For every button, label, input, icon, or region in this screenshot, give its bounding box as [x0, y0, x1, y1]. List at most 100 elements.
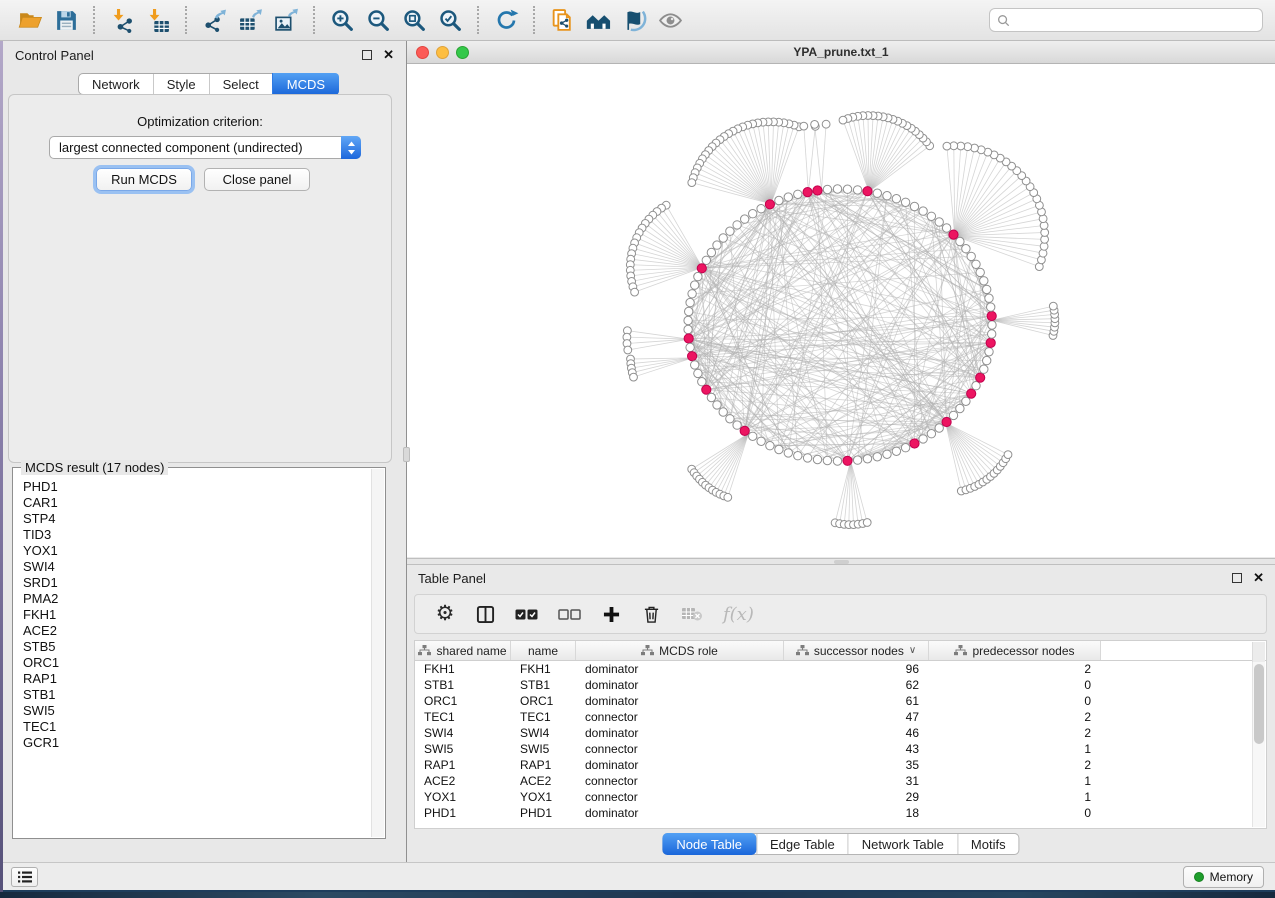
tab-mcds[interactable]: MCDS [272, 73, 339, 95]
export-network-button[interactable] [196, 4, 232, 36]
mcds-result-item[interactable]: CAR1 [23, 495, 370, 511]
zoom-out-button[interactable] [360, 4, 396, 36]
table-vertical-scrollbar[interactable] [1252, 662, 1265, 827]
tab-style[interactable]: Style [153, 74, 209, 94]
column-header-predecessor-nodes[interactable]: predecessor nodes [929, 641, 1101, 660]
close-panel-button[interactable]: Close panel [204, 168, 310, 191]
table-row[interactable]: TEC1TEC1connector472 [415, 709, 1266, 725]
column-header-label: name [528, 644, 558, 658]
column-header-MCDS-role[interactable]: MCDS role [576, 641, 784, 660]
close-panel-icon[interactable]: ✕ [383, 50, 394, 60]
function-builder-button[interactable]: f(x) [723, 602, 754, 626]
network-graph[interactable] [407, 64, 1275, 557]
show-all-button[interactable] [652, 4, 688, 36]
table-scrollbar-thumb[interactable] [1254, 664, 1264, 744]
search-field[interactable] [989, 8, 1263, 32]
mcds-result-item[interactable]: STB5 [23, 639, 370, 655]
mcds-result-item[interactable]: ORC1 [23, 655, 370, 671]
table-row[interactable]: ACE2ACE2connector311 [415, 773, 1266, 789]
window-close-icon[interactable] [416, 46, 429, 59]
tab-network-table[interactable]: Network Table [848, 834, 957, 854]
table-panel-header: Table Panel ✕ [407, 565, 1275, 591]
fx-icon: f(x) [723, 604, 754, 625]
table-settings-button[interactable]: ⚙ [435, 602, 455, 626]
tab-motifs[interactable]: Motifs [957, 834, 1019, 854]
hide-selected-button[interactable] [616, 4, 652, 36]
table-row[interactable]: ORC1ORC1dominator610 [415, 693, 1266, 709]
deselect-all-button[interactable] [558, 602, 581, 626]
open-file-button[interactable] [12, 4, 48, 36]
vertical-splitter-handle[interactable] [403, 447, 410, 462]
zoom-selected-button[interactable] [432, 4, 468, 36]
mcds-result-item[interactable]: ACE2 [23, 623, 370, 639]
export-table-icon [238, 8, 263, 33]
mcds-result-item[interactable]: PHD1 [23, 479, 370, 495]
export-table-button[interactable] [232, 4, 268, 36]
import-network-button[interactable] [104, 4, 140, 36]
save-icon [54, 8, 79, 33]
mcds-result-item[interactable]: SRD1 [23, 575, 370, 591]
search-input[interactable] [1010, 12, 1255, 28]
tab-node-table[interactable]: Node Table [662, 833, 756, 855]
mcds-result-item[interactable]: STP4 [23, 511, 370, 527]
network-window-titlebar[interactable]: YPA_prune.txt_1 [407, 41, 1275, 64]
table-row[interactable]: SWI5SWI5connector431 [415, 741, 1266, 757]
first-neighbors-button[interactable] [580, 4, 616, 36]
sort-descending-icon[interactable]: ∨ [909, 645, 916, 656]
network-canvas[interactable] [407, 64, 1275, 557]
table-panel: Table Panel ✕ ⚙ f(x) shared name name MCDS… [407, 565, 1275, 862]
horizontal-splitter[interactable] [407, 558, 1275, 565]
mcds-result-item[interactable]: PMA2 [23, 591, 370, 607]
column-header-name[interactable]: name [511, 641, 576, 660]
mcds-result-item[interactable]: STB1 [23, 687, 370, 703]
show-columns-button[interactable] [475, 602, 495, 626]
delete-table-button[interactable] [681, 602, 703, 626]
column-header-shared-name[interactable]: shared name [415, 641, 511, 660]
mcds-result-item[interactable]: SWI4 [23, 559, 370, 575]
close-table-panel-icon[interactable]: ✕ [1253, 573, 1264, 583]
column-header-successor-nodes[interactable]: successor nodes∨ [784, 641, 929, 660]
export-image-button[interactable] [268, 4, 304, 36]
horizontal-splitter-handle[interactable] [834, 560, 849, 564]
table-row[interactable]: SWI4SWI4dominator462 [415, 725, 1266, 741]
mcds-result-item[interactable]: TID3 [23, 527, 370, 543]
delete-column-button[interactable] [641, 602, 661, 626]
mcds-result-item[interactable]: RAP1 [23, 671, 370, 687]
table-cell: connector [576, 710, 784, 724]
tab-edge-table[interactable]: Edge Table [756, 834, 848, 854]
add-column-button[interactable] [601, 602, 621, 626]
mcds-result-item[interactable]: GCR1 [23, 735, 370, 751]
mcds-result-list[interactable]: PHD1CAR1STP4TID3YOX1SWI4SRD1PMA2FKH1ACE2… [14, 479, 370, 837]
zoom-out-icon [366, 8, 391, 33]
table-row[interactable]: FKH1FKH1dominator962 [415, 661, 1266, 677]
window-maximize-icon[interactable] [456, 46, 469, 59]
table-row[interactable]: RAP1RAP1dominator352 [415, 757, 1266, 773]
control-panel-tabs: Network Style Select MCDS [78, 73, 339, 95]
float-table-panel-icon[interactable] [1232, 573, 1242, 583]
result-list-scrollbar[interactable] [371, 469, 384, 837]
float-panel-icon[interactable] [362, 50, 372, 60]
table-row[interactable]: YOX1YOX1connector291 [415, 789, 1266, 805]
tab-network[interactable]: Network [79, 74, 153, 94]
task-history-button[interactable] [11, 867, 38, 887]
zoom-in-button[interactable] [324, 4, 360, 36]
mcds-result-item[interactable]: SWI5 [23, 703, 370, 719]
clone-network-button[interactable] [544, 4, 580, 36]
table-cell: 46 [784, 726, 929, 740]
window-minimize-icon[interactable] [436, 46, 449, 59]
mcds-result-item[interactable]: FKH1 [23, 607, 370, 623]
memory-button[interactable]: Memory [1183, 866, 1264, 888]
run-mcds-button[interactable]: Run MCDS [96, 168, 192, 191]
mcds-result-item[interactable]: YOX1 [23, 543, 370, 559]
optimization-criterion-select[interactable]: largest connected component (undirected) [49, 136, 361, 159]
tab-select[interactable]: Select [209, 74, 272, 94]
table-row[interactable]: STB1STB1dominator620 [415, 677, 1266, 693]
select-all-button[interactable] [515, 602, 538, 626]
mcds-result-item[interactable]: TEC1 [23, 719, 370, 735]
plus-icon [603, 606, 620, 623]
import-table-button[interactable] [140, 4, 176, 36]
refresh-layout-button[interactable] [488, 4, 524, 36]
save-session-button[interactable] [48, 4, 84, 36]
table-row[interactable]: PHD1PHD1dominator180 [415, 805, 1266, 821]
zoom-fit-button[interactable] [396, 4, 432, 36]
